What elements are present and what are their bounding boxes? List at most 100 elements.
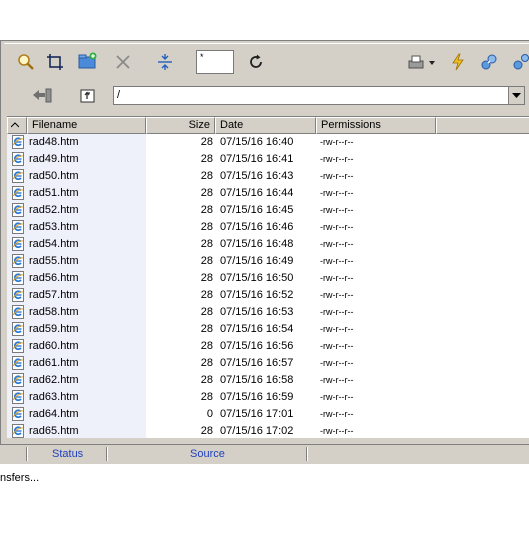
file-size: 28: [200, 306, 213, 318]
column-size[interactable]: Size: [146, 117, 215, 134]
delete-icon[interactable]: [112, 51, 134, 73]
file-permissions: -rw-r--r--: [320, 273, 354, 283]
file-permissions: -rw-r--r--: [320, 154, 354, 164]
refresh-icon[interactable]: [245, 51, 267, 73]
disconnect-icon[interactable]: [510, 51, 529, 73]
connect-icon[interactable]: [478, 51, 500, 73]
html-file-icon: [12, 237, 24, 251]
file-size: 28: [200, 238, 213, 250]
path-dropdown-button[interactable]: [508, 87, 524, 104]
column-filename[interactable]: Filename: [27, 117, 146, 134]
table-row[interactable]: rad58.htm 28 07/15/16 16:53 -rw-r--r--: [7, 304, 529, 321]
file-permissions: -rw-r--r--: [320, 188, 354, 198]
table-row[interactable]: rad55.htm 28 07/15/16 16:49 -rw-r--r--: [7, 253, 529, 270]
file-size: 28: [200, 340, 213, 352]
printer-icon[interactable]: [406, 51, 438, 73]
file-date: 07/15/16 16:45: [220, 204, 294, 216]
html-file-icon: [12, 288, 24, 302]
html-file-icon: [12, 407, 24, 421]
file-list[interactable]: Filename Size Date Permissions rad48.htm…: [7, 116, 529, 438]
file-date: 07/15/16 16:52: [220, 289, 294, 301]
file-name: rad48.htm: [29, 136, 79, 148]
table-row[interactable]: rad50.htm 28 07/15/16 16:43 -rw-r--r--: [7, 168, 529, 185]
file-size: 28: [200, 323, 213, 335]
file-date: 07/15/16 17:02: [220, 425, 294, 437]
file-size: 28: [200, 374, 213, 386]
table-row[interactable]: rad57.htm 28 07/15/16 16:52 -rw-r--r--: [7, 287, 529, 304]
table-row[interactable]: rad61.htm 28 07/15/16 16:57 -rw-r--r--: [7, 355, 529, 372]
table-row[interactable]: rad59.htm 28 07/15/16 16:54 -rw-r--r--: [7, 321, 529, 338]
file-size: 28: [200, 204, 213, 216]
table-row[interactable]: rad63.htm 28 07/15/16 16:59 -rw-r--r--: [7, 389, 529, 406]
html-file-icon: [12, 135, 24, 149]
sort-up-icon: [10, 122, 20, 128]
status-divider: [106, 447, 108, 461]
file-name: rad55.htm: [29, 255, 79, 267]
file-date: 07/15/16 16:59: [220, 391, 294, 403]
file-size: 0: [206, 408, 213, 420]
html-file-icon: [12, 186, 24, 200]
file-date: 07/15/16 16:54: [220, 323, 294, 335]
file-date: 07/15/16 16:41: [220, 153, 294, 165]
file-size: 28: [200, 170, 213, 182]
html-file-icon: [12, 339, 24, 353]
file-rows: rad48.htm 28 07/15/16 16:40 -rw-r--r-- rad49…: [7, 134, 529, 438]
file-date: 07/15/16 16:58: [220, 374, 294, 386]
table-row[interactable]: rad51.htm 28 07/15/16 16:44 -rw-r--r--: [7, 185, 529, 202]
table-row[interactable]: rad64.htm 0 07/15/16 17:01 -rw-r--r--: [7, 406, 529, 423]
file-date: 07/15/16 16:57: [220, 357, 294, 369]
file-size: 28: [200, 425, 213, 437]
column-permissions[interactable]: Permissions: [316, 117, 436, 134]
file-size: 28: [200, 289, 213, 301]
new-folder-icon[interactable]: [77, 50, 99, 72]
lightning-icon[interactable]: [447, 51, 469, 73]
file-date: 07/15/16 16:40: [220, 136, 294, 148]
filter-input[interactable]: *: [196, 50, 234, 74]
table-row[interactable]: rad52.htm 28 07/15/16 16:45 -rw-r--r--: [7, 202, 529, 219]
parent-folder-icon[interactable]: [77, 84, 99, 106]
file-name: rad54.htm: [29, 238, 79, 250]
crop-icon[interactable]: [44, 51, 66, 73]
file-permissions: -rw-r--r--: [320, 205, 354, 215]
file-name: rad51.htm: [29, 187, 79, 199]
column-header-bar: Filename Size Date Permissions: [7, 117, 529, 134]
table-row[interactable]: rad54.htm 28 07/15/16 16:48 -rw-r--r--: [7, 236, 529, 253]
html-file-icon: [12, 305, 24, 319]
file-date: 07/15/16 16:46: [220, 221, 294, 233]
table-row[interactable]: rad53.htm 28 07/15/16 16:46 -rw-r--r--: [7, 219, 529, 236]
split-icon[interactable]: [154, 51, 176, 73]
file-permissions: -rw-r--r--: [320, 358, 354, 368]
file-name: rad53.htm: [29, 221, 79, 233]
html-file-icon: [12, 203, 24, 217]
file-name: rad62.htm: [29, 374, 79, 386]
transfers-label: nsfers...: [0, 472, 40, 484]
file-name: rad59.htm: [29, 323, 79, 335]
search-icon[interactable]: [15, 51, 37, 73]
sort-toggle[interactable]: [7, 117, 27, 134]
file-name: rad58.htm: [29, 306, 79, 318]
file-name: rad63.htm: [29, 391, 79, 403]
table-row[interactable]: rad65.htm 28 07/15/16 17:02 -rw-r--r--: [7, 423, 529, 438]
transfer-status-bar: Status Source: [0, 444, 529, 464]
table-row[interactable]: rad48.htm 28 07/15/16 16:40 -rw-r--r--: [7, 134, 529, 151]
back-icon[interactable]: [30, 84, 54, 106]
remote-path-input[interactable]: /: [113, 86, 525, 105]
html-file-icon: [12, 322, 24, 336]
file-date: 07/15/16 17:01: [220, 408, 294, 420]
html-file-icon: [12, 152, 24, 166]
column-date[interactable]: Date: [215, 117, 316, 134]
html-file-icon: [12, 169, 24, 183]
table-row[interactable]: rad56.htm 28 07/15/16 16:50 -rw-r--r--: [7, 270, 529, 287]
file-date: 07/15/16 16:56: [220, 340, 294, 352]
table-row[interactable]: rad62.htm 28 07/15/16 16:58 -rw-r--r--: [7, 372, 529, 389]
table-row[interactable]: rad49.htm 28 07/15/16 16:41 -rw-r--r--: [7, 151, 529, 168]
file-permissions: -rw-r--r--: [320, 324, 354, 334]
table-row[interactable]: rad60.htm 28 07/15/16 16:56 -rw-r--r--: [7, 338, 529, 355]
status-column-label[interactable]: Status: [52, 446, 83, 463]
html-file-icon: [12, 220, 24, 234]
file-date: 07/15/16 16:53: [220, 306, 294, 318]
source-column-label[interactable]: Source: [190, 446, 225, 463]
file-permissions: -rw-r--r--: [320, 409, 354, 419]
html-file-icon: [12, 424, 24, 438]
file-permissions: -rw-r--r--: [320, 307, 354, 317]
